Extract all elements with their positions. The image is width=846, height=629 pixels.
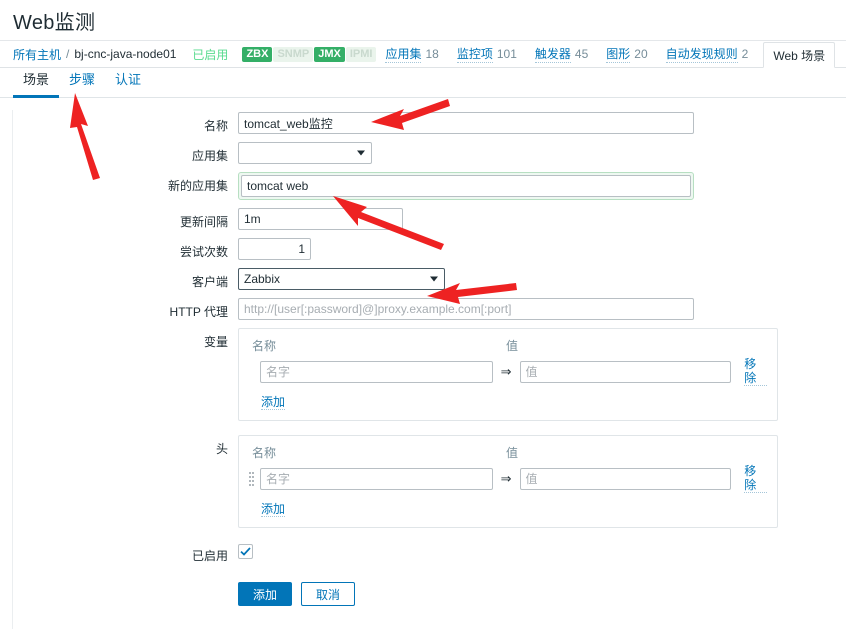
label-enabled: 已启用 xyxy=(191,549,228,563)
headers-col-name: 名称 xyxy=(252,446,277,460)
headers-column-headers: 名称 值 xyxy=(249,444,767,461)
breadcrumb-all-hosts[interactable]: 所有主机 xyxy=(13,41,61,67)
label-new-application: 新的应用集 xyxy=(167,179,228,193)
tab-scenario[interactable]: 场景 xyxy=(13,69,60,98)
label-retries: 尝试次数 xyxy=(179,245,228,259)
protocol-badge-ipmi[interactable]: IPMI xyxy=(345,46,377,62)
protocol-badge-jmx[interactable]: JMX xyxy=(314,46,345,62)
nav-tab-discovery-rules-label: 自动发现规则 xyxy=(665,46,738,63)
form-row-name: 名称 xyxy=(0,112,846,134)
implies-arrow-icon: ⇒ xyxy=(500,470,512,486)
label-update-interval: 更新间隔 xyxy=(179,215,228,229)
nav-tab-graphs[interactable]: 图形 20 xyxy=(597,41,656,67)
nav-tab-graphs-count: 20 xyxy=(634,46,648,61)
cancel-button[interactable]: 取消 xyxy=(301,582,356,606)
application-select-wrapper xyxy=(238,142,372,164)
nav-tab-items-count: 101 xyxy=(496,46,517,61)
label-application: 应用集 xyxy=(191,149,228,163)
update-interval-input[interactable] xyxy=(238,208,403,230)
nav-tab-items-label: 监控项 xyxy=(456,46,493,63)
protocol-badge-snmp[interactable]: SNMP xyxy=(273,46,314,62)
nav-tab-applications-label: 应用集 xyxy=(385,46,422,63)
form-row-headers: 头 名称 值 ⇒ 移除 添加 xyxy=(0,435,846,528)
form-row-agent: 客户端 Zabbix xyxy=(0,268,846,290)
nav-tab-web-scenarios[interactable]: Web 场景 xyxy=(763,42,836,68)
form-row-new-application: 新的应用集 xyxy=(0,172,846,200)
submit-button[interactable]: 添加 xyxy=(238,582,293,606)
web-scenario-form: 名称 应用集 新的应用集 更新间隔 尝试次数 xyxy=(0,98,846,606)
form-button-row: 添加 取消 xyxy=(0,582,846,606)
nav-tab-triggers[interactable]: 触发器 45 xyxy=(526,41,597,67)
variables-column-headers: 名称 值 xyxy=(249,337,767,354)
variable-name-input[interactable] xyxy=(260,360,493,383)
form-row-application: 应用集 xyxy=(0,142,846,164)
nav-tab-graphs-label: 图形 xyxy=(606,46,631,63)
http-proxy-input[interactable] xyxy=(238,298,694,320)
headers-row: ⇒ 移除 xyxy=(249,464,767,493)
enabled-checkbox[interactable] xyxy=(238,544,253,559)
variable-value-input[interactable] xyxy=(519,360,732,383)
variables-col-value: 值 xyxy=(506,339,519,353)
form-row-retries: 尝试次数 xyxy=(0,238,846,260)
form-row-update-interval: 更新间隔 xyxy=(0,208,846,230)
nav-tab-web-scenarios-label: Web 场景 xyxy=(773,48,826,63)
nav-tab-applications[interactable]: 应用集 18 xyxy=(376,41,447,67)
application-select[interactable] xyxy=(238,142,372,164)
headers-col-value: 值 xyxy=(506,446,519,460)
host-breadcrumb-bar: 所有主机 / bj-cnc-java-node01 已启用 ZBX SNMP J… xyxy=(0,40,846,68)
new-application-input[interactable] xyxy=(241,175,691,197)
implies-arrow-icon: ⇒ xyxy=(500,363,512,379)
tab-authentication[interactable]: 认证 xyxy=(105,69,151,98)
name-input[interactable] xyxy=(238,112,694,134)
variable-remove-link[interactable]: 移除 xyxy=(744,357,767,386)
nav-tab-triggers-label: 触发器 xyxy=(534,46,571,63)
variables-panel: 名称 值 ⇒ 移除 添加 xyxy=(238,328,778,421)
variables-add-link[interactable]: 添加 xyxy=(261,395,286,410)
agent-select-wrapper: Zabbix xyxy=(238,268,445,290)
breadcrumb-host-name: bj-cnc-java-node01 xyxy=(74,47,177,61)
label-headers: 头 xyxy=(215,442,228,456)
headers-add-link[interactable]: 添加 xyxy=(261,502,286,517)
tab-steps[interactable]: 步骤 xyxy=(59,69,105,98)
checkmark-icon xyxy=(240,547,251,556)
retries-input[interactable] xyxy=(238,238,311,260)
nav-tab-discovery-rules-count: 2 xyxy=(741,46,749,61)
header-remove-link[interactable]: 移除 xyxy=(744,464,767,493)
label-name: 名称 xyxy=(203,119,228,133)
form-row-http-proxy: HTTP 代理 xyxy=(0,298,846,320)
label-agent: 客户端 xyxy=(191,275,228,289)
label-http-proxy: HTTP 代理 xyxy=(169,305,228,319)
header-name-input[interactable] xyxy=(260,467,493,490)
nav-tab-applications-count: 18 xyxy=(425,46,439,61)
protocol-badge-zbx[interactable]: ZBX xyxy=(242,46,273,62)
variables-row: ⇒ 移除 xyxy=(249,357,767,386)
host-status-badge: 已启用 xyxy=(192,47,229,62)
protocol-badges: ZBX SNMP JMX IPMI xyxy=(242,41,377,67)
breadcrumb-separator: / xyxy=(66,47,70,61)
breadcrumb-all-hosts-link[interactable]: 所有主机 xyxy=(13,46,61,63)
agent-select[interactable]: Zabbix xyxy=(238,268,445,290)
form-row-variables: 变量 名称 值 ⇒ 移除 添加 xyxy=(0,328,846,421)
drag-handle-icon[interactable] xyxy=(249,471,258,486)
form-row-enabled: 已启用 xyxy=(0,542,846,564)
label-variables: 变量 xyxy=(203,335,228,349)
header-value-input[interactable] xyxy=(519,467,732,490)
form-tab-strip: 场景 步骤 认证 xyxy=(0,68,846,98)
page-title: Web监测 xyxy=(13,12,96,34)
new-application-highlight xyxy=(238,172,694,200)
variables-col-name: 名称 xyxy=(252,339,277,353)
nav-tab-items[interactable]: 监控项 101 xyxy=(448,41,526,67)
headers-panel: 名称 值 ⇒ 移除 添加 xyxy=(238,435,778,528)
nav-tab-discovery-rules[interactable]: 自动发现规则 2 xyxy=(657,41,758,67)
nav-tab-triggers-count: 45 xyxy=(574,46,589,61)
